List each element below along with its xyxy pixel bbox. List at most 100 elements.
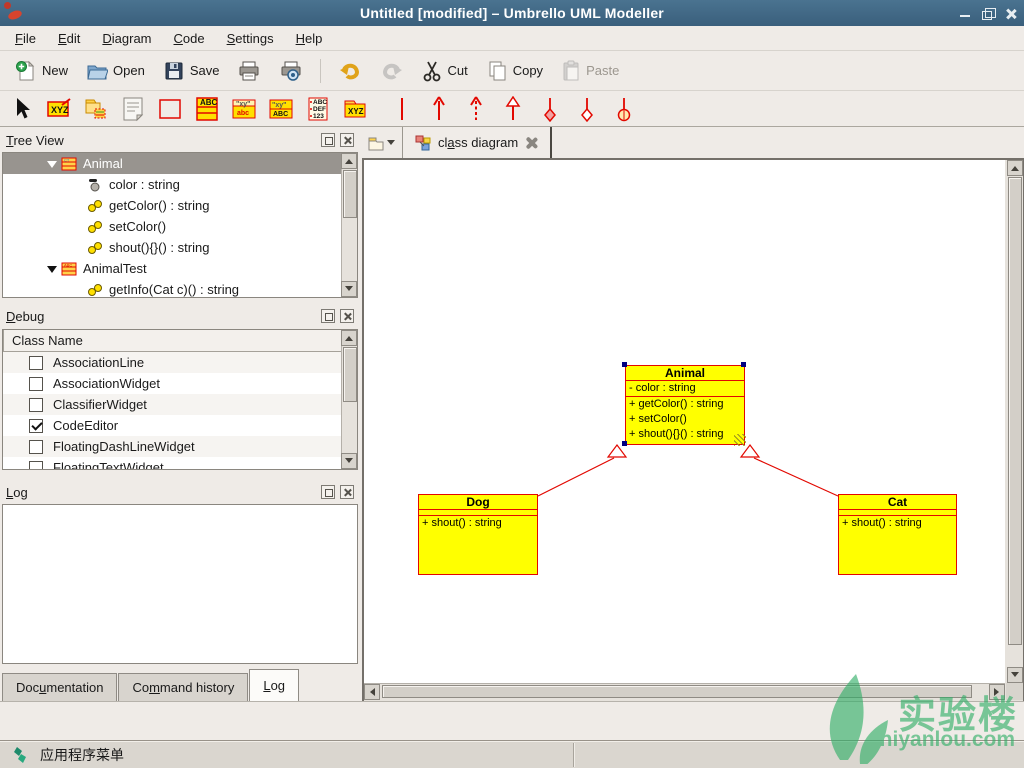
composition-tool[interactable] (573, 95, 601, 123)
checkbox[interactable] (29, 418, 43, 433)
scroll-up-icon[interactable] (1007, 160, 1023, 176)
scroll-down-icon[interactable] (341, 281, 357, 297)
paste-button[interactable]: Paste (554, 56, 626, 86)
tree-item-getinfo[interactable]: getInfo(Cat c)() : string (3, 279, 342, 297)
tree-item-animal[interactable]: CT Animal (3, 153, 342, 174)
print-preview-button[interactable] (272, 56, 310, 86)
note-tool[interactable] (119, 95, 147, 123)
enum-tool[interactable]: ABC DEF 123 (304, 95, 332, 123)
expander-icon[interactable] (47, 265, 57, 278)
tree-item-animaltest[interactable]: ABC AnimalTest (3, 258, 342, 279)
interface-tool[interactable]: "xy" abc (230, 95, 258, 123)
close-tab-icon[interactable] (525, 136, 538, 149)
redo-button[interactable] (373, 56, 411, 86)
debug-item-codeeditor[interactable]: CodeEditor (3, 415, 342, 436)
scrollbar-thumb[interactable] (343, 170, 357, 218)
tree-scrollbar[interactable] (341, 153, 357, 297)
class-name-column-header[interactable]: Class Name (3, 330, 342, 352)
minimize-icon[interactable] (959, 7, 972, 20)
selection-handle[interactable] (622, 362, 627, 367)
checkbox[interactable] (29, 460, 43, 469)
object-tool[interactable]: XYZ (45, 95, 73, 123)
checkbox[interactable] (29, 376, 43, 391)
debug-scrollbar[interactable] (341, 330, 357, 469)
selection-handle[interactable] (622, 441, 627, 446)
menu-help[interactable]: Help (285, 28, 334, 49)
launcher-icon[interactable] (12, 746, 30, 764)
canvas-vertical-scrollbar[interactable] (1006, 160, 1023, 683)
tab-class-diagram[interactable]: class diagram (402, 127, 553, 158)
containment-tool[interactable] (610, 95, 638, 123)
undo-button[interactable] (331, 56, 369, 86)
float-panel-icon[interactable] (321, 309, 335, 323)
association-tool[interactable] (388, 95, 416, 123)
aggregation-tool[interactable] (536, 95, 564, 123)
box-tool[interactable] (156, 95, 184, 123)
scroll-down-icon[interactable] (1007, 667, 1023, 683)
tree-item-shout[interactable]: shout(){}() : string (3, 237, 342, 258)
save-button[interactable]: Save (156, 56, 227, 86)
folder-tool[interactable]: XYZ (341, 95, 369, 123)
close-panel-icon[interactable] (340, 309, 354, 323)
uml-class-cat[interactable]: Cat + shout() : string (838, 494, 957, 575)
new-button[interactable]: New (8, 56, 75, 86)
menu-diagram[interactable]: Diagram (91, 28, 162, 49)
copy-button[interactable]: Copy (479, 56, 550, 86)
canvas-horizontal-scrollbar[interactable] (364, 683, 1005, 700)
menu-code[interactable]: Code (163, 28, 216, 49)
scroll-up-icon[interactable] (341, 153, 357, 169)
resize-grip[interactable] (734, 434, 746, 446)
app-menu-label[interactable]: 应用程序菜单 (40, 745, 124, 765)
tree-item-setcolor[interactable]: setColor() (3, 216, 342, 237)
menu-file[interactable]: File (4, 28, 47, 49)
svg-text:ABC: ABC (64, 262, 72, 267)
class-icon: CT (61, 157, 77, 171)
close-panel-icon[interactable] (340, 485, 354, 499)
checkbox[interactable] (29, 439, 43, 454)
tab-log[interactable]: Log (249, 669, 300, 701)
close-panel-icon[interactable] (340, 133, 354, 147)
tree-item-getcolor[interactable]: getColor() : string (3, 195, 342, 216)
scroll-down-icon[interactable] (341, 453, 357, 469)
debug-item-floatingtextwidget[interactable]: FloatingTextWidget (3, 457, 342, 469)
generalization-tool[interactable] (499, 95, 527, 123)
scrollbar-thumb[interactable] (382, 685, 972, 698)
tree-item-color[interactable]: color : string (3, 174, 342, 195)
maximize-icon[interactable] (982, 7, 996, 20)
debug-item-floatingdashlinewidget[interactable]: FloatingDashLineWidget (3, 436, 342, 457)
class-tool[interactable]: ABC (193, 95, 221, 123)
float-panel-icon[interactable] (321, 133, 335, 147)
debug-item-associationwidget[interactable]: AssociationWidget (3, 373, 342, 394)
package-tool[interactable] (82, 95, 110, 123)
checkbox[interactable] (29, 355, 43, 370)
diagram-canvas[interactable]: Animal - color : string + getColor() : s… (364, 160, 1005, 683)
close-icon[interactable] (1005, 7, 1018, 20)
tab-command-history[interactable]: Co m mand history (118, 673, 249, 701)
menu-edit[interactable]: Edit (47, 28, 91, 49)
print-button[interactable] (230, 56, 268, 86)
directed-association-tool[interactable] (425, 95, 453, 123)
debug-item-associationline[interactable]: AssociationLine (3, 352, 342, 373)
uml-class-animal[interactable]: Animal - color : string + getColor() : s… (625, 365, 745, 445)
debug-item-classifierwidget[interactable]: ClassifierWidget (3, 394, 342, 415)
select-tool[interactable] (8, 95, 36, 123)
scroll-up-icon[interactable] (341, 330, 357, 346)
scroll-left-icon[interactable] (364, 684, 380, 700)
selection-handle[interactable] (741, 362, 746, 367)
float-panel-icon[interactable] (321, 485, 335, 499)
scrollbar-thumb[interactable] (343, 347, 357, 402)
log-panel[interactable] (2, 504, 358, 664)
expander-icon[interactable] (47, 160, 57, 173)
title-bar[interactable]: Untitled [modified] – Umbrello UML Model… (0, 0, 1024, 26)
scroll-right-icon[interactable] (989, 684, 1005, 700)
checkbox[interactable] (29, 397, 43, 412)
datatype-tool[interactable]: "xy" ABC (267, 95, 295, 123)
uml-class-dog[interactable]: Dog + shout() : string (418, 494, 538, 575)
tab-list-button[interactable] (367, 132, 397, 153)
tab-documentation[interactable]: Doc u mentation (2, 673, 118, 701)
cut-button[interactable]: Cut (415, 56, 474, 86)
scrollbar-thumb[interactable] (1007, 177, 1022, 645)
menu-settings[interactable]: Settings (216, 28, 285, 49)
open-button[interactable]: Open (79, 56, 152, 86)
dependency-tool[interactable] (462, 95, 490, 123)
